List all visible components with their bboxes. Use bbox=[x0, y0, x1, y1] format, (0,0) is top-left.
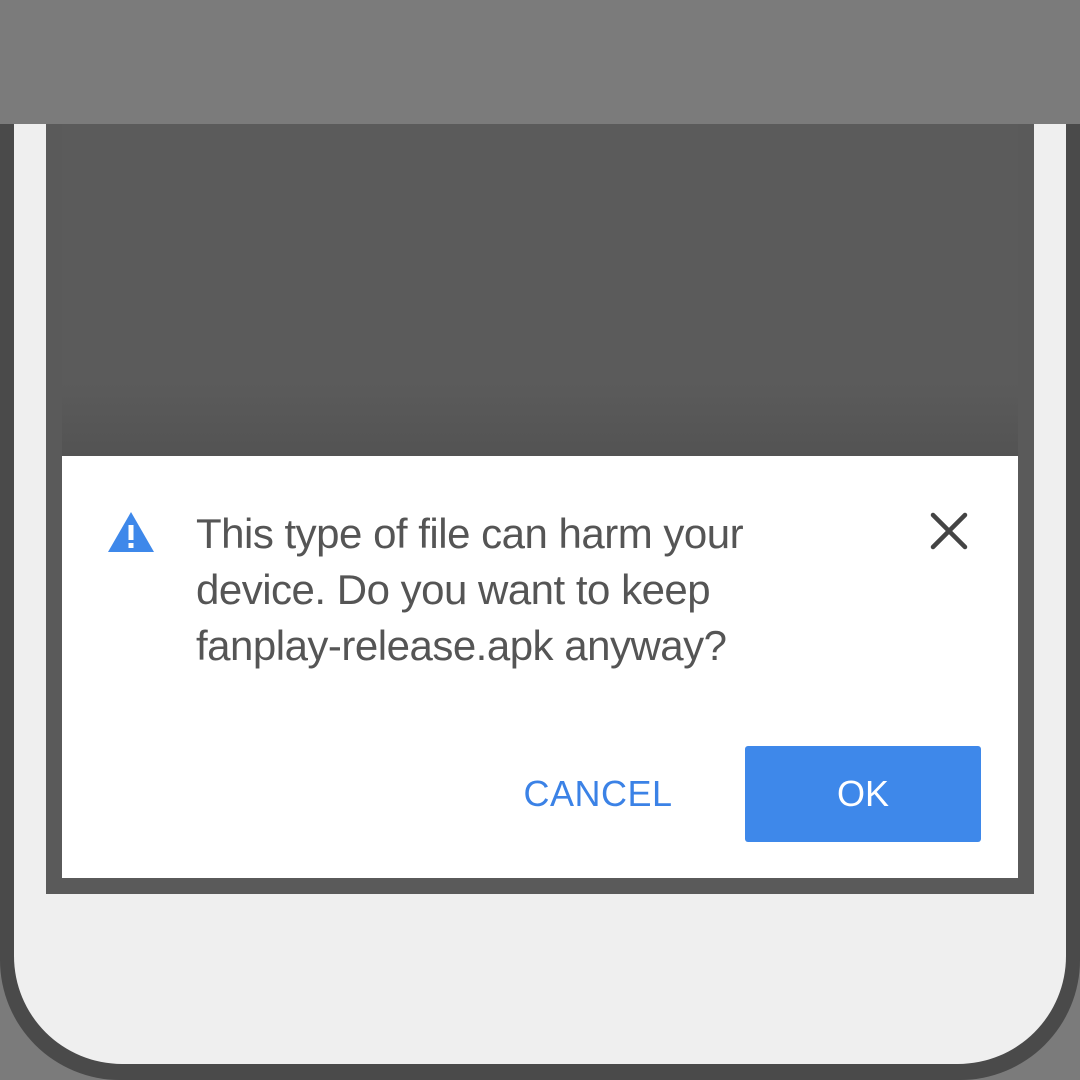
cancel-button[interactable]: CANCEL bbox=[508, 746, 688, 842]
warning-message: This type of file can harm your device. … bbox=[196, 510, 744, 669]
close-button[interactable] bbox=[924, 506, 974, 556]
download-warning-dialog: This type of file can harm your device. … bbox=[62, 456, 1018, 878]
dimmed-screen-area bbox=[62, 124, 1018, 456]
phone-frame: This type of file can harm your device. … bbox=[0, 124, 1080, 1080]
ok-button[interactable]: OK bbox=[745, 746, 981, 842]
top-background bbox=[0, 0, 1080, 124]
warning-triangle-icon bbox=[108, 512, 154, 552]
close-icon bbox=[930, 512, 968, 550]
